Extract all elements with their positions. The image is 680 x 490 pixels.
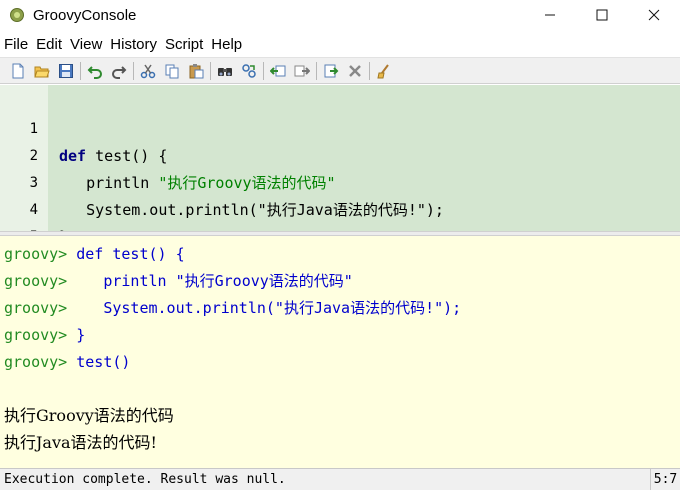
title-bar: GroovyConsole [0, 0, 680, 30]
prompt: groovy> [4, 299, 68, 317]
redo-icon[interactable] [109, 61, 129, 81]
cut-icon[interactable] [138, 61, 158, 81]
maximize-icon [596, 9, 608, 21]
open-file-icon[interactable] [32, 61, 52, 81]
menu-edit[interactable]: Edit [32, 36, 66, 53]
editor-line: 5 test() [0, 197, 116, 274]
output-echo-line: groovy> def test() { [4, 241, 185, 268]
code-text: System.out.println("执行Java语法的代码!"); [59, 201, 444, 219]
interrupt-icon[interactable] [345, 61, 365, 81]
code-text: println "执行Groovy语法的代码" [59, 170, 336, 197]
code-text: def test() { [59, 143, 167, 170]
replace-icon[interactable] [239, 61, 259, 81]
toolbar-separator [369, 61, 370, 80]
string-literal: "执行Groovy语法的代码" [158, 174, 336, 192]
close-icon [648, 9, 660, 21]
status-bar: Execution complete. Result was null. 5:7 [0, 468, 680, 490]
echo-text: test() [67, 353, 131, 371]
output-echo-line: groovy> test() [4, 349, 130, 376]
code-rest: test() { [86, 147, 168, 165]
window-controls [524, 0, 680, 30]
output-echo-line: groovy> } [4, 322, 85, 349]
prompt: groovy> [4, 245, 68, 263]
editor-line: 2 println "执行Groovy语法的代码" [0, 116, 336, 192]
menu-history[interactable]: History [106, 36, 161, 53]
echo-text: def test() { [67, 245, 185, 263]
output-result-line: 执行Java语法的代码! [4, 433, 157, 452]
toolbar-separator [263, 61, 264, 80]
prompt: groovy> [4, 272, 68, 290]
undo-icon[interactable] [85, 61, 105, 81]
maximize-button[interactable] [576, 0, 628, 30]
echo-text: } [67, 326, 86, 344]
next-history-icon[interactable] [292, 61, 312, 81]
groovy-logo-icon [10, 8, 24, 22]
menu-file[interactable]: File [0, 36, 32, 53]
window-title: GroovyConsole [33, 6, 137, 24]
toolbar-separator [316, 61, 317, 80]
script-editor[interactable]: 1 def test() { 2 println "执行Groovy语法的代码"… [0, 85, 680, 274]
menu-bar: File Edit View History Script Help [0, 33, 680, 55]
editor-line: 3 System.out.println("执行Java语法的代码!"); [0, 143, 444, 219]
menu-view[interactable]: View [66, 36, 106, 53]
minimize-icon [545, 14, 555, 16]
minimize-button[interactable] [524, 0, 576, 30]
status-message: Execution complete. Result was null. [4, 472, 286, 487]
new-file-icon[interactable] [8, 61, 28, 81]
copy-icon[interactable] [162, 61, 182, 81]
toolbar-separator [80, 61, 81, 80]
prompt: groovy> [4, 326, 68, 344]
find-icon[interactable] [215, 61, 235, 81]
prompt: groovy> [4, 353, 68, 371]
toolbar-separator [133, 61, 134, 80]
save-icon[interactable] [56, 61, 76, 81]
menu-help[interactable]: Help [207, 36, 246, 53]
output-pane[interactable]: groovy> def test() { groovy> println "执行… [0, 236, 680, 468]
editor-line: 1 def test() { [0, 89, 168, 165]
echo-text: System.out.println("执行Java语法的代码!"); [67, 299, 462, 317]
editor-line: 4 } [0, 170, 68, 246]
menu-script[interactable]: Script [161, 36, 207, 53]
code-rest: println [59, 174, 159, 192]
paste-icon[interactable] [186, 61, 206, 81]
clear-output-icon[interactable] [374, 61, 394, 81]
keyword: def [59, 147, 87, 165]
toolbar [0, 57, 680, 84]
caret-position: 5:7 [650, 468, 680, 490]
toolbar-separator [210, 61, 211, 80]
output-echo-line: groovy> println "执行Groovy语法的代码" [4, 268, 353, 295]
output-echo-line: groovy> System.out.println("执行Java语法的代码!… [4, 295, 461, 322]
close-button[interactable] [628, 0, 680, 30]
previous-history-icon[interactable] [268, 61, 288, 81]
output-result-line: 执行Groovy语法的代码 [4, 406, 174, 425]
echo-text: println "执行Groovy语法的代码" [67, 272, 353, 290]
run-script-icon[interactable] [321, 61, 341, 81]
